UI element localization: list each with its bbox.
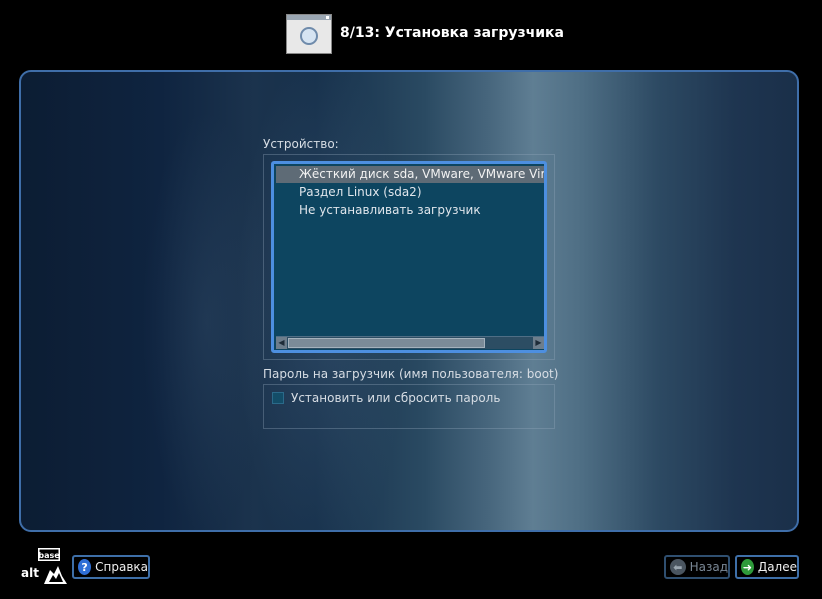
scroll-left-arrow-icon[interactable]: ◀ [276,337,287,349]
arrow-left-icon: ⬅ [670,559,686,575]
logo-text-bottom: alt [21,566,39,580]
next-button-label: Далее [757,560,797,574]
list-item[interactable]: Жёсткий диск sda, VMware, VMware Virtual… [276,166,546,183]
horizontal-scrollbar[interactable]: ◀ ▶ [276,336,544,349]
device-list[interactable]: Жёсткий диск sda, VMware, VMware Virtual… [271,161,547,353]
next-button[interactable]: ➜ Далее [735,555,799,579]
list-item[interactable]: Не устанавливать загрузчик [276,202,544,219]
password-label: Пароль на загрузчик (имя пользователя: b… [263,367,559,381]
set-password-checkbox[interactable] [272,392,284,404]
help-button-label: Справка [95,560,148,574]
help-icon: ? [78,559,92,575]
device-label: Устройство: [263,137,339,151]
scrollbar-thumb[interactable] [288,338,485,348]
help-button[interactable]: ? Справка [72,555,150,579]
scroll-right-arrow-icon[interactable]: ▶ [533,337,544,349]
window-icon [286,14,332,54]
list-item[interactable]: Раздел Linux (sda2) [276,184,544,201]
page-title: 8/13: Установка загрузчика [340,25,564,41]
set-password-label[interactable]: Установить или сбросить пароль [291,391,500,405]
back-button[interactable]: ⬅ Назад [664,555,730,579]
arrow-right-icon: ➜ [741,559,754,575]
list-item-label: Раздел Linux (sda2) [299,185,422,199]
list-item-label: Не устанавливать загрузчик [299,203,481,217]
list-item-label: Жёсткий диск sda, VMware, VMware Virtual… [299,167,546,181]
basealt-logo: base alt [20,548,68,586]
installer-window: 8/13: Установка загрузчика Устройство: Ж… [0,0,822,599]
logo-text-top: base [38,551,60,560]
basealt-logo-icon: base alt [21,548,67,584]
back-button-label: Назад [689,560,728,574]
